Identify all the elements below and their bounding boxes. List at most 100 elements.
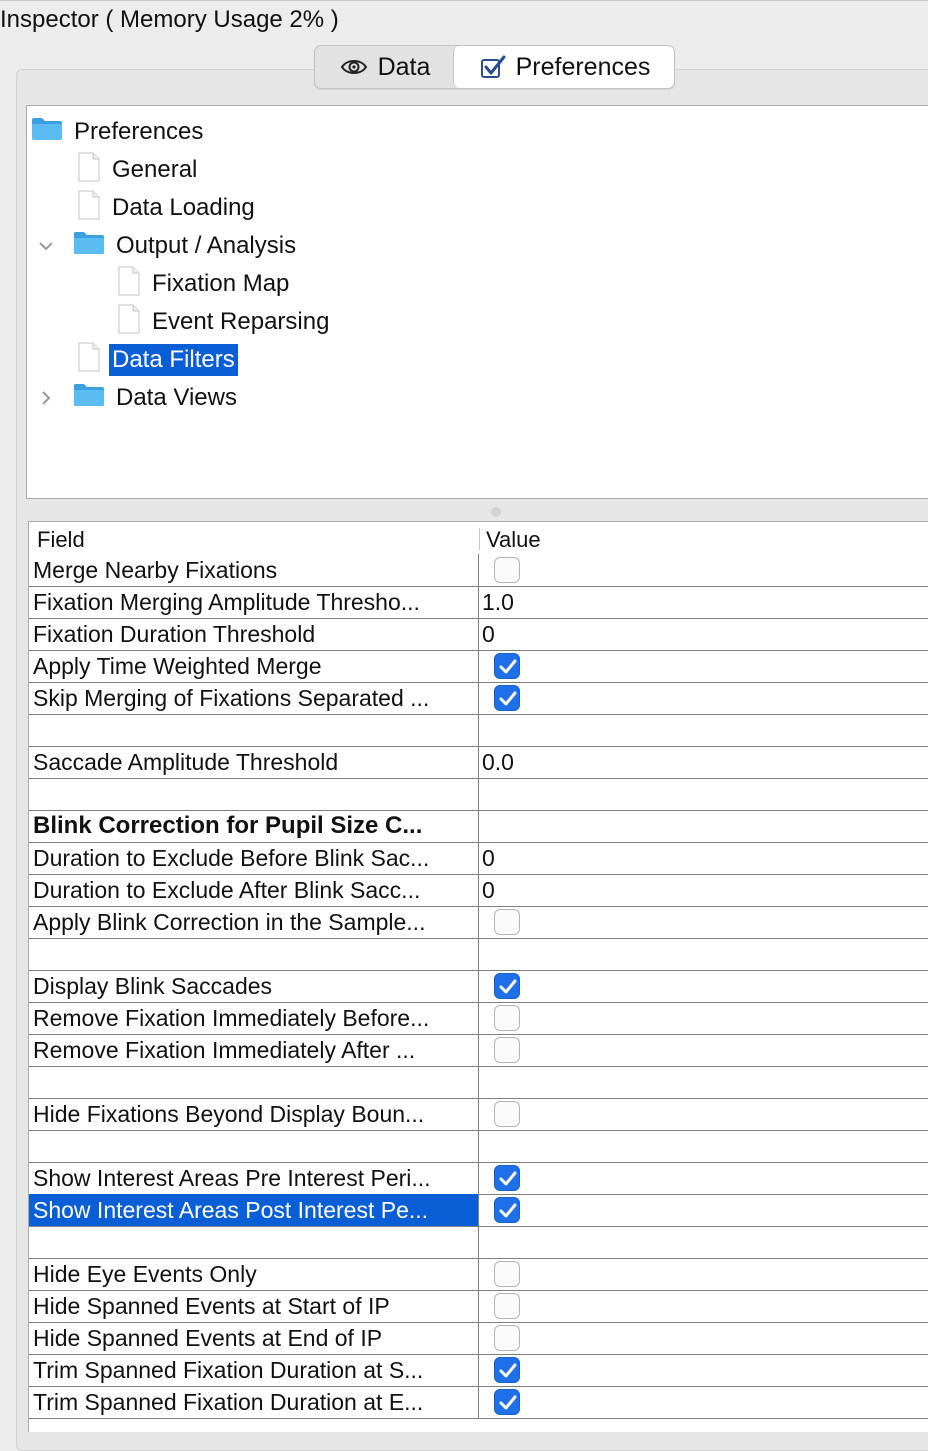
field-cell[interactable] <box>29 1226 479 1258</box>
table-row[interactable]: Hide Eye Events Only <box>29 1258 928 1291</box>
field-cell[interactable]: Hide Spanned Events at Start of IP <box>29 1290 479 1322</box>
field-cell[interactable] <box>29 778 479 810</box>
column-divider[interactable] <box>479 528 480 550</box>
field-cell[interactable]: Remove Fixation Immediately Before... <box>29 1002 479 1034</box>
table-row[interactable]: Fixation Merging Amplitude Thresho... 1.0 <box>29 586 928 619</box>
table-row[interactable]: Hide Spanned Events at Start of IP <box>29 1290 928 1323</box>
table-row[interactable]: Remove Fixation Immediately Before... <box>29 1002 928 1035</box>
tab-preferences[interactable]: Preferences <box>453 46 674 88</box>
tree-node[interactable]: Data Views <box>42 380 240 416</box>
tree-node[interactable]: Data Filters <box>73 341 238 378</box>
value-cell[interactable] <box>480 682 928 714</box>
field-cell[interactable]: Display Blink Saccades <box>29 970 479 1002</box>
table-row[interactable] <box>29 1066 928 1099</box>
table-row[interactable] <box>29 1130 928 1163</box>
table-row[interactable]: Hide Spanned Events at End of IP <box>29 1322 928 1355</box>
tree-node[interactable]: Fixation Map <box>113 265 292 302</box>
field-cell[interactable]: Trim Spanned Fixation Duration at S... <box>29 1354 479 1386</box>
field-cell[interactable]: Fixation Duration Threshold <box>29 618 479 650</box>
tree-node[interactable]: Output / Analysis <box>39 228 299 264</box>
value-cell[interactable]: 0 <box>480 618 928 650</box>
checkbox-unchecked[interactable] <box>494 1005 520 1031</box>
field-cell[interactable]: Duration to Exclude After Blink Sacc... <box>29 874 479 906</box>
table-row[interactable]: Trim Spanned Fixation Duration at S... <box>29 1354 928 1387</box>
column-header-value[interactable]: Value <box>486 527 541 553</box>
table-row[interactable] <box>29 1226 928 1259</box>
column-header-field[interactable]: Field <box>37 527 85 553</box>
field-cell[interactable]: Hide Fixations Beyond Display Boun... <box>29 1098 479 1130</box>
field-cell[interactable]: Show Interest Areas Post Interest Pe... <box>29 1194 479 1226</box>
checkbox-checked[interactable] <box>494 653 520 679</box>
checkbox-checked[interactable] <box>494 1357 520 1383</box>
table-row[interactable]: Display Blink Saccades <box>29 970 928 1003</box>
value-cell[interactable] <box>480 1290 928 1322</box>
value-cell[interactable]: 0 <box>480 874 928 906</box>
value-cell[interactable] <box>480 650 928 682</box>
value-cell[interactable] <box>480 810 928 842</box>
table-row[interactable]: Apply Time Weighted Merge <box>29 650 928 683</box>
checkbox-unchecked[interactable] <box>494 1325 520 1351</box>
table-row[interactable]: Duration to Exclude After Blink Sacc... 0 <box>29 874 928 907</box>
field-cell[interactable]: Trim Spanned Fixation Duration at E... <box>29 1386 479 1418</box>
checkbox-unchecked[interactable] <box>494 1101 520 1127</box>
table-row[interactable]: Trim Spanned Fixation Duration at E... <box>29 1386 928 1419</box>
value-cell[interactable]: 0.0 <box>480 746 928 778</box>
value-cell[interactable] <box>480 1354 928 1386</box>
checkbox-unchecked[interactable] <box>494 1037 520 1063</box>
field-cell[interactable]: Show Interest Areas Pre Interest Peri... <box>29 1162 479 1194</box>
value-cell[interactable] <box>480 714 928 746</box>
table-row[interactable] <box>29 778 928 811</box>
value-cell[interactable]: 0 <box>480 842 928 874</box>
checkbox-unchecked[interactable] <box>494 557 520 583</box>
checkbox-checked[interactable] <box>494 1389 520 1415</box>
field-cell[interactable]: Hide Eye Events Only <box>29 1258 479 1290</box>
field-cell[interactable]: Skip Merging of Fixations Separated ... <box>29 682 479 714</box>
value-cell[interactable] <box>480 1034 928 1066</box>
value-cell[interactable] <box>480 1098 928 1130</box>
field-cell[interactable]: Duration to Exclude Before Blink Sac... <box>29 842 479 874</box>
field-cell[interactable] <box>29 714 479 746</box>
table-row[interactable] <box>29 938 928 971</box>
value-cell[interactable] <box>480 906 928 938</box>
value-cell[interactable] <box>480 1322 928 1354</box>
checkbox-checked[interactable] <box>494 685 520 711</box>
table-row[interactable] <box>29 714 928 747</box>
table-row[interactable]: Fixation Duration Threshold 0 <box>29 618 928 651</box>
value-cell[interactable] <box>480 554 928 586</box>
value-cell[interactable] <box>480 1066 928 1098</box>
value-cell[interactable] <box>480 1386 928 1418</box>
field-cell[interactable]: Blink Correction for Pupil Size C... <box>29 810 479 842</box>
value-cell[interactable] <box>480 1258 928 1290</box>
checkbox-checked[interactable] <box>494 1197 520 1223</box>
table-row[interactable]: Duration to Exclude Before Blink Sac... 0 <box>29 842 928 875</box>
splitter-handle[interactable] <box>491 507 501 517</box>
value-cell[interactable] <box>480 1226 928 1258</box>
field-cell[interactable]: Apply Blink Correction in the Sample... <box>29 906 479 938</box>
chevron-down-icon[interactable] <box>37 237 55 255</box>
chevron-right-icon[interactable] <box>37 389 55 407</box>
value-cell[interactable] <box>480 1130 928 1162</box>
tree-node[interactable]: General <box>73 151 200 188</box>
table-row[interactable]: Blink Correction for Pupil Size C... <box>29 810 928 843</box>
value-cell[interactable] <box>480 778 928 810</box>
field-cell[interactable] <box>29 1130 479 1162</box>
tab-data[interactable]: Data <box>315 46 453 88</box>
value-cell[interactable] <box>480 938 928 970</box>
value-cell[interactable] <box>480 970 928 1002</box>
table-row[interactable]: Show Interest Areas Post Interest Pe... <box>29 1194 928 1227</box>
value-cell[interactable] <box>480 1194 928 1226</box>
table-row[interactable]: Hide Fixations Beyond Display Boun... <box>29 1098 928 1131</box>
checkbox-unchecked[interactable] <box>494 909 520 935</box>
checkbox-checked[interactable] <box>494 973 520 999</box>
value-cell[interactable] <box>480 1002 928 1034</box>
table-row[interactable]: Apply Blink Correction in the Sample... <box>29 906 928 939</box>
table-row[interactable]: Skip Merging of Fixations Separated ... <box>29 682 928 715</box>
field-cell[interactable]: Apply Time Weighted Merge <box>29 650 479 682</box>
tree-node[interactable]: Preferences <box>31 114 206 150</box>
field-cell[interactable]: Remove Fixation Immediately After ... <box>29 1034 479 1066</box>
field-cell[interactable] <box>29 1066 479 1098</box>
checkbox-unchecked[interactable] <box>494 1261 520 1287</box>
field-cell[interactable]: Merge Nearby Fixations <box>29 554 479 586</box>
field-cell[interactable] <box>29 938 479 970</box>
table-row[interactable]: Merge Nearby Fixations <box>29 554 928 587</box>
